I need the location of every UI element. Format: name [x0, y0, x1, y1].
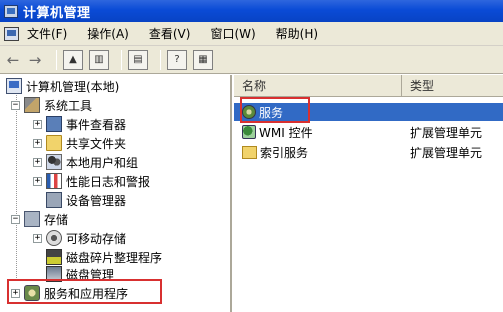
tree-item-device-manager[interactable]: 设备管理器 — [46, 191, 126, 209]
menu-action[interactable]: 操作(A) — [87, 25, 129, 42]
expand-icon[interactable]: + — [33, 119, 42, 129]
details-pane: 名称 类型 服务 WMI 控件 扩展管理单元 索引服务 扩展管理单元 — [234, 75, 503, 312]
tree-label: 计算机管理(本地) — [26, 79, 120, 94]
export-list-icon[interactable]: ▤ — [128, 49, 148, 70]
tree-item-system-tools[interactable]: − 系统工具 — [11, 96, 92, 114]
collapse-icon[interactable]: − — [11, 214, 20, 224]
tree-label: 可移动存储 — [66, 231, 127, 246]
expand-icon[interactable]: + — [33, 138, 42, 148]
users-icon — [46, 154, 62, 170]
menu-window[interactable]: 窗口(W) — [210, 25, 255, 42]
tree-label: 性能日志和警报 — [66, 174, 151, 189]
tree-label: 事件查看器 — [66, 117, 127, 132]
toolbar: ← → ▲ ▥ ▤ ? ▦ — [0, 46, 503, 74]
tree-label: 设备管理器 — [66, 193, 127, 208]
list-item-type: 扩展管理单元 — [410, 125, 483, 140]
column-header-name[interactable]: 名称 — [234, 75, 402, 97]
menu-help[interactable]: 帮助(H) — [276, 25, 318, 42]
tree-label: 磁盘碎片整理程序 — [66, 250, 163, 265]
menu-file[interactable]: 文件(F) — [27, 25, 67, 42]
tree-item-defrag[interactable]: 磁盘碎片整理程序 — [46, 248, 162, 266]
tree-label: 系统工具 — [44, 98, 93, 113]
tree-item-local-users[interactable]: + 本地用户和组 — [33, 153, 138, 171]
tree-label: 本地用户和组 — [66, 155, 139, 170]
removable-storage-icon — [46, 230, 62, 246]
back-arrow-icon[interactable]: ← — [6, 51, 20, 69]
wmi-control-icon — [242, 125, 256, 139]
list-item-indexing[interactable]: 索引服务 扩展管理单元 — [234, 143, 503, 161]
toolbar-separator — [56, 49, 57, 70]
help-icon[interactable]: ? — [167, 49, 187, 70]
tools-icon — [24, 97, 40, 113]
tree-item-storage[interactable]: − 存储 — [11, 210, 68, 228]
performance-icon — [46, 173, 62, 189]
up-folder-icon[interactable]: ▲ — [63, 49, 83, 70]
tree-label: 共享文件夹 — [66, 136, 127, 151]
expand-icon[interactable]: + — [33, 233, 42, 243]
expand-icon[interactable]: + — [33, 176, 42, 186]
column-header-label: 类型 — [410, 79, 435, 93]
column-header-type[interactable]: 类型 — [402, 75, 503, 97]
shared-folder-icon — [46, 135, 62, 151]
title-bar: 计算机管理 — [0, 0, 503, 22]
tree-item-perf-logs[interactable]: + 性能日志和警报 — [33, 172, 150, 190]
computer-icon — [6, 78, 22, 94]
show-hide-tree-icon[interactable]: ▥ — [89, 49, 109, 70]
collapse-icon[interactable]: − — [11, 100, 20, 110]
tree-item-event-viewer[interactable]: + 事件查看器 — [33, 115, 126, 133]
device-manager-icon — [46, 192, 62, 208]
tree-line — [16, 93, 17, 278]
window-title: 计算机管理 — [23, 5, 91, 21]
tree-item-root[interactable]: 计算机管理(本地) — [6, 77, 119, 95]
tree-label: 存储 — [44, 212, 69, 227]
computer-management-icon — [4, 4, 18, 18]
list-item-label: WMI 控件 — [259, 125, 313, 140]
toolbar-separator — [121, 49, 122, 70]
menu-view[interactable]: 查看(V) — [149, 25, 191, 42]
main-content: 计算机管理(本地) − 系统工具 + 事件查看器 + 共享文件夹 + 本地用户和… — [0, 75, 503, 312]
red-highlight-box — [240, 97, 310, 123]
console-menu-icon[interactable] — [4, 26, 19, 41]
expand-icon[interactable]: + — [33, 157, 42, 167]
defrag-icon — [46, 249, 62, 265]
console-tree: 计算机管理(本地) − 系统工具 + 事件查看器 + 共享文件夹 + 本地用户和… — [0, 75, 232, 312]
toolbar-separator — [160, 49, 161, 70]
storage-icon — [24, 211, 40, 227]
tree-item-shared-folders[interactable]: + 共享文件夹 — [33, 134, 126, 152]
event-viewer-icon — [46, 116, 62, 132]
column-header-label: 名称 — [242, 79, 267, 93]
list-item-wmi[interactable]: WMI 控件 扩展管理单元 — [234, 123, 503, 141]
menu-bar: 文件(F) 操作(A) 查看(V) 窗口(W) 帮助(H) — [0, 22, 503, 46]
forward-arrow-icon[interactable]: → — [28, 51, 42, 69]
console-pane-icon[interactable]: ▦ — [193, 49, 213, 70]
list-item-type: 扩展管理单元 — [410, 145, 483, 160]
tree-item-removable-storage[interactable]: + 可移动存储 — [33, 229, 126, 247]
red-highlight-box — [7, 279, 162, 304]
list-item-label: 索引服务 — [260, 145, 309, 160]
indexing-service-icon — [242, 145, 257, 159]
